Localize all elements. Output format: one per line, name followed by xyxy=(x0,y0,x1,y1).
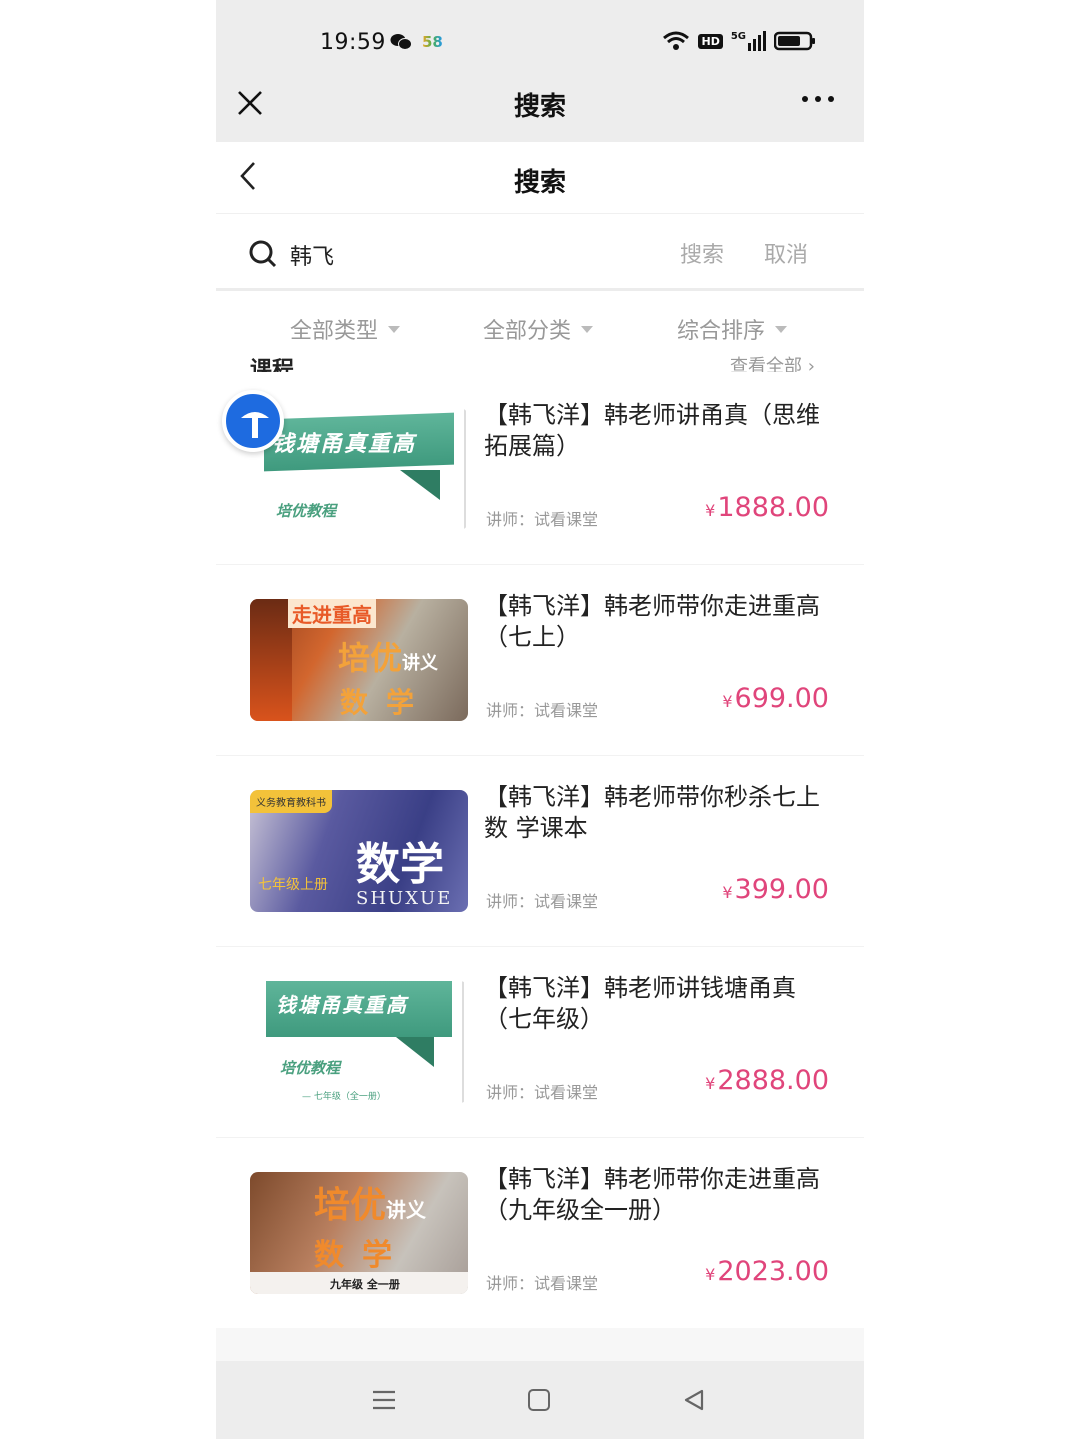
course-price: ¥399.00 xyxy=(722,874,829,905)
course-teacher: 讲师：试看课堂 xyxy=(486,510,599,529)
course-thumbnail: 义务教育教科书 数学 七年级上册 SHUXUE xyxy=(250,790,468,912)
hd-icon: HD xyxy=(698,33,723,49)
cancel-button[interactable]: 取消 xyxy=(764,237,808,269)
battery-icon xyxy=(774,31,815,51)
menu-icon[interactable] xyxy=(372,1389,396,1411)
page-header: 搜索 xyxy=(216,142,864,214)
course-title: 【韩飞洋】韩老师讲甬真（思维拓展篇） xyxy=(484,401,820,460)
floating-action-button[interactable] xyxy=(222,390,284,452)
course-teacher: 讲师：试看课堂 xyxy=(486,892,599,911)
course-price: ¥2888.00 xyxy=(705,1065,829,1096)
search-icon xyxy=(249,240,277,268)
course-teacher: 讲师：试看课堂 xyxy=(486,701,599,720)
course-item[interactable]: 走进重高 培优讲义 数学 【韩飞洋】韩老师带你走进重高（七上） 讲师：试看课堂 … xyxy=(216,565,864,756)
caret-down-icon xyxy=(581,325,594,333)
filter-type-label: 全部类型 xyxy=(290,319,379,344)
course-title: 【韩飞洋】韩老师带你走进重高（九年级全一册） xyxy=(484,1165,820,1224)
caret-down-icon xyxy=(388,325,401,333)
status-time: 19:59 xyxy=(320,30,386,55)
course-price: ¥1888.00 xyxy=(705,492,829,523)
course-price: ¥2023.00 xyxy=(705,1256,829,1287)
wechat-top-bar: 19:59 58 HD 5G 搜索 xyxy=(216,0,864,142)
course-price: ¥699.00 xyxy=(722,683,829,714)
search-button[interactable]: 搜索 xyxy=(680,237,724,269)
phone-screen: 19:59 58 HD 5G 搜索 搜索 韩飞 搜索 取消 全部类型 全部分类 … xyxy=(216,0,864,1439)
home-icon[interactable] xyxy=(528,1389,550,1411)
wechat-title: 搜索 xyxy=(513,92,566,122)
course-teacher: 讲师：试看课堂 xyxy=(486,1274,599,1293)
filter-category-label: 全部分类 xyxy=(483,319,572,344)
search-bar: 韩飞 搜索 取消 xyxy=(216,215,864,291)
filter-sort-label: 综合排序 xyxy=(677,319,766,344)
filter-category[interactable]: 全部分类 xyxy=(483,313,594,345)
course-item[interactable]: 钱塘甬真重高 培优教程 【韩飞洋】韩老师讲甬真（思维拓展篇） 讲师：试看课堂 ¥… xyxy=(216,374,864,565)
course-item[interactable]: 钱塘甬真重高 培优教程 — 七年级（全一册） 【韩飞洋】韩老师讲钱塘甬真（七年级… xyxy=(216,947,864,1138)
more-icon[interactable] xyxy=(802,96,834,102)
course-thumbnail: 钱塘甬真重高 培优教程 — 七年级（全一册） xyxy=(250,981,468,1103)
course-item[interactable]: 培优讲义 数学 九年级 全一册 【韩飞洋】韩老师带你走进重高（九年级全一册） 讲… xyxy=(216,1138,864,1329)
course-item[interactable]: 义务教育教科书 数学 七年级上册 SHUXUE 【韩飞洋】韩老师带你秒杀七上数 … xyxy=(216,756,864,947)
search-input[interactable]: 韩飞 xyxy=(290,239,334,271)
section-title: 课程 xyxy=(250,358,295,372)
signal-icon: 5G xyxy=(731,31,766,51)
wifi-icon xyxy=(663,31,690,50)
caret-down-icon xyxy=(775,325,788,333)
course-thumbnail: 走进重高 培优讲义 数学 xyxy=(250,599,468,721)
wechat-icon xyxy=(390,34,412,50)
app-badge-58: 58 xyxy=(422,33,443,51)
system-nav-bar xyxy=(216,1361,864,1439)
section-header-partial: 课程 查看全部 › xyxy=(216,350,864,372)
view-all-link[interactable]: 查看全部 › xyxy=(730,352,815,372)
course-title: 【韩飞洋】韩老师带你走进重高（七上） xyxy=(484,592,820,651)
status-indicators: HD 5G xyxy=(662,30,816,52)
list-footer xyxy=(216,1328,864,1361)
course-thumbnail: 培优讲义 数学 九年级 全一册 xyxy=(250,1172,468,1294)
page-title: 搜索 xyxy=(513,168,566,198)
navigation-arrow-icon xyxy=(241,412,269,438)
back-triangle-icon[interactable] xyxy=(682,1388,706,1412)
course-teacher: 讲师：试看课堂 xyxy=(486,1083,599,1102)
filter-sort[interactable]: 综合排序 xyxy=(677,313,788,345)
course-title: 【韩飞洋】韩老师讲钱塘甬真（七年级） xyxy=(484,974,796,1033)
filter-type[interactable]: 全部类型 xyxy=(290,313,401,345)
course-title: 【韩飞洋】韩老师带你秒杀七上数 学课本 xyxy=(484,783,820,842)
